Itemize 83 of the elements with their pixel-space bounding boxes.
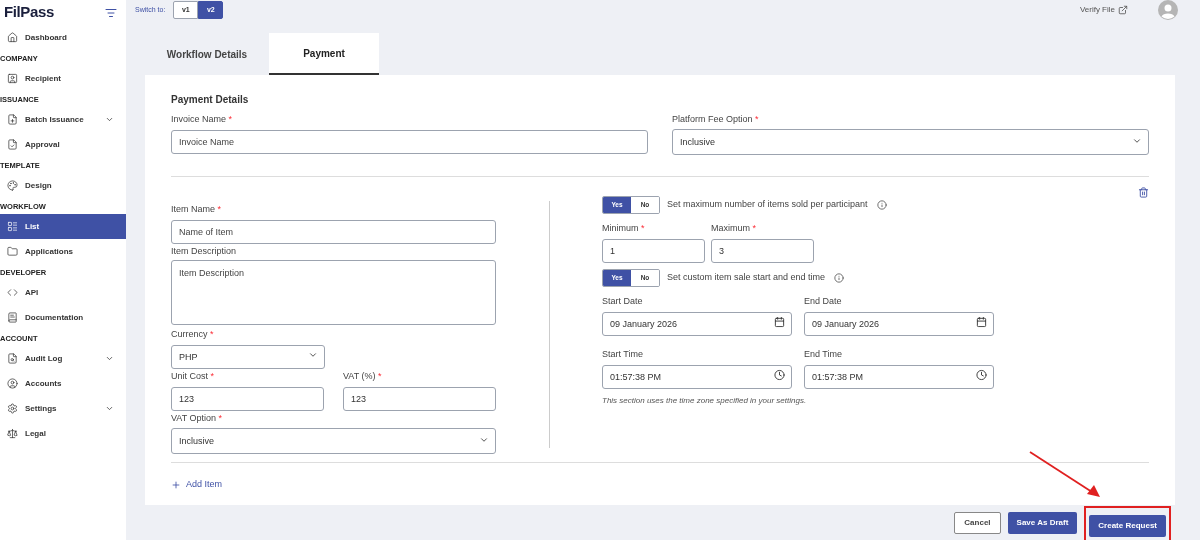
list-icon — [7, 221, 18, 232]
calendar-icon — [774, 316, 785, 328]
input-field[interactable]: 01:57:38 PM — [804, 365, 994, 389]
file-plus-icon — [7, 114, 18, 125]
folder-icon — [7, 246, 18, 257]
timezone-note: This section uses the time zone specified in your settings. — [602, 395, 807, 407]
select-field[interactable]: Inclusive — [171, 428, 496, 454]
code-icon — [7, 287, 18, 298]
scale-icon — [7, 428, 18, 439]
chevron-down-icon — [105, 354, 114, 363]
file-check-icon — [7, 139, 18, 150]
field-label: Start Time — [602, 349, 643, 359]
brand-logo: FilPass — [4, 2, 54, 23]
sidebar-item[interactable]: Recipient — [0, 66, 126, 91]
description-field[interactable]: Item Description — [171, 260, 496, 325]
info-icon — [876, 200, 887, 210]
book-icon — [7, 312, 18, 323]
external-link-icon — [1118, 5, 1128, 15]
sidebar-item[interactable]: List — [0, 214, 126, 239]
menu-icon[interactable] — [105, 6, 117, 19]
add-item-button[interactable]: Add Item — [171, 478, 223, 492]
footer-button[interactable]: Save As Draft — [1007, 511, 1078, 534]
chevron-down-icon — [308, 350, 318, 360]
tab[interactable]: Workflow Details — [145, 33, 269, 75]
sidebar-item[interactable]: API — [0, 280, 126, 305]
tab[interactable]: Payment — [269, 33, 379, 75]
chevron-down-icon — [1132, 136, 1142, 146]
chevron-down-icon — [105, 115, 114, 124]
sidebar-item[interactable]: Legal — [0, 421, 126, 446]
delete-icon[interactable] — [1138, 187, 1149, 198]
field-label: VAT (%) * — [343, 371, 382, 381]
toggle-text: Set maximum number of items sold per participant — [667, 198, 868, 212]
clock-icon — [976, 369, 987, 381]
input-field[interactable]: 3 — [711, 239, 814, 263]
input-field[interactable]: Name of Item — [171, 220, 496, 244]
sidebar-item[interactable]: Applications — [0, 239, 126, 264]
input-field[interactable]: 1 — [602, 239, 705, 263]
file-search-icon — [7, 353, 18, 364]
toggle-text: Set custom item sale start and end time — [667, 271, 826, 285]
user-circle-icon — [7, 378, 18, 389]
sidebar-item[interactable]: Dashboard — [0, 25, 126, 50]
field-label: Unit Cost * — [171, 371, 215, 381]
field-label: End Time — [804, 349, 843, 359]
annotation-arrow — [1029, 451, 1100, 497]
plus-icon — [171, 479, 181, 490]
field-label: End Date — [804, 296, 842, 306]
input-field[interactable]: 123 — [171, 387, 324, 411]
clock-icon — [774, 369, 785, 381]
section-title: Payment Details — [171, 93, 249, 107]
input-field[interactable]: 01:57:38 PM — [602, 365, 792, 389]
footer-button[interactable]: Create Request — [1089, 514, 1166, 537]
field-label: Item Name * — [171, 204, 222, 214]
input-field[interactable]: 09 January 2026 — [602, 312, 792, 336]
select-field[interactable]: PHP — [171, 345, 325, 369]
select-field[interactable]: Inclusive — [672, 129, 1149, 155]
input-field[interactable]: 09 January 2026 — [804, 312, 994, 336]
chevron-down-icon — [479, 435, 489, 445]
home-icon — [7, 32, 18, 43]
field-label: Currency * — [171, 329, 214, 339]
user-card-icon — [7, 73, 18, 84]
field-label: Minimum * — [602, 223, 645, 233]
field-label: Platform Fee Option * — [672, 114, 759, 124]
sidebar-item[interactable]: Documentation — [0, 305, 126, 330]
footer-button[interactable]: Cancel — [954, 511, 1001, 534]
input-field[interactable]: Invoice Name — [171, 130, 648, 154]
input-field[interactable]: 123 — [343, 387, 496, 411]
sidebar-item[interactable]: Settings — [0, 396, 126, 421]
field-label: Item Description — [171, 246, 237, 256]
field-label: Invoice Name * — [171, 114, 233, 124]
calendar-icon — [976, 316, 987, 328]
verify-file-link[interactable]: Verify File — [1079, 4, 1128, 16]
sidebar-item[interactable]: Audit Log — [0, 346, 126, 371]
sidebar-item[interactable]: Approval — [0, 132, 126, 157]
sidebar-item[interactable]: Design — [0, 173, 126, 198]
chevron-down-icon — [105, 404, 114, 413]
field-label: Start Date — [602, 296, 643, 306]
sidebar-item[interactable]: Accounts — [0, 371, 126, 396]
settings-icon — [7, 403, 18, 414]
info-icon — [834, 273, 845, 283]
palette-icon — [7, 180, 18, 191]
field-label: VAT Option * — [171, 413, 223, 423]
field-label: Maximum * — [711, 223, 757, 233]
sidebar-item[interactable]: Batch Issuance — [0, 107, 126, 132]
